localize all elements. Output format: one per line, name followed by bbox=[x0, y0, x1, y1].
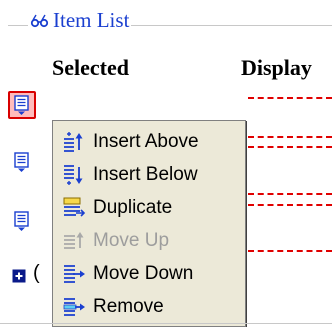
menu-item-label: Remove bbox=[93, 296, 164, 317]
menu-item-label: Duplicate bbox=[93, 197, 173, 218]
menu-item-label: Move Down bbox=[93, 263, 194, 284]
panel-bottom-border bbox=[0, 323, 332, 324]
display-placeholder-line bbox=[248, 193, 332, 195]
expand-row-text: ( bbox=[33, 262, 40, 284]
row-menu-button[interactable] bbox=[10, 208, 34, 234]
insert-below-icon bbox=[64, 165, 83, 185]
glasses-icon bbox=[30, 14, 49, 27]
menu-item-insert-below[interactable]: Insert Below bbox=[53, 158, 243, 192]
item-list-legend: Item List bbox=[28, 8, 132, 32]
row-context-menu: Insert Above Insert Below Duplicate Move… bbox=[52, 120, 246, 327]
column-header-selected: Selected bbox=[52, 55, 129, 80]
insert-above-icon bbox=[64, 132, 83, 152]
display-placeholder-line bbox=[248, 146, 332, 148]
display-placeholder-line bbox=[248, 250, 332, 252]
menu-item-label: Insert Below bbox=[93, 164, 198, 185]
menu-item-insert-above[interactable]: Insert Above bbox=[53, 125, 243, 159]
display-placeholder-line bbox=[248, 97, 332, 99]
menu-item-remove[interactable]: Remove bbox=[53, 290, 243, 324]
duplicate-icon bbox=[63, 197, 86, 217]
list-item-icon bbox=[14, 211, 29, 231]
row-menu-button[interactable] bbox=[10, 149, 34, 175]
plus-box-icon[interactable] bbox=[12, 269, 26, 283]
menu-item-move-up: Move Up bbox=[53, 224, 243, 258]
row-menu-button-active[interactable] bbox=[8, 91, 36, 119]
column-header-display: Display bbox=[241, 55, 312, 80]
menu-item-label: Move Up bbox=[93, 230, 170, 251]
menu-item-label: Insert Above bbox=[93, 131, 199, 152]
legend-title: Item List bbox=[53, 8, 130, 32]
remove-icon bbox=[63, 298, 85, 316]
display-placeholder-line bbox=[248, 204, 332, 206]
menu-item-duplicate[interactable]: Duplicate bbox=[53, 191, 243, 225]
display-placeholder-line bbox=[248, 136, 332, 138]
menu-item-move-down[interactable]: Move Down bbox=[53, 257, 243, 291]
list-item-icon bbox=[14, 152, 29, 172]
move-down-icon bbox=[64, 265, 85, 283]
move-up-icon bbox=[64, 232, 84, 249]
list-item-icon bbox=[14, 95, 29, 115]
